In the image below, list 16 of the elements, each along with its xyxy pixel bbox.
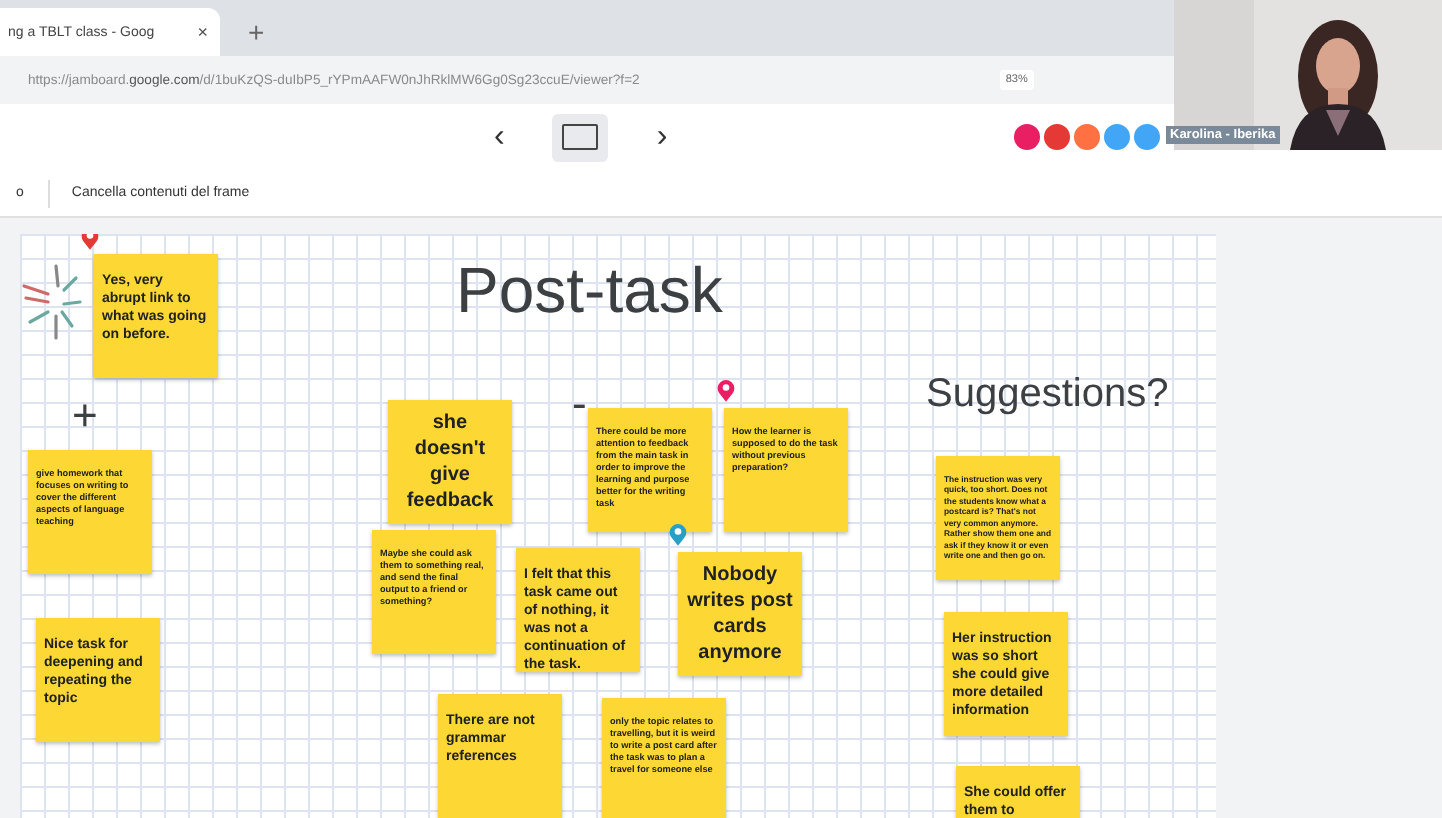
close-tab-button[interactable]: × <box>197 22 208 42</box>
board-heading: + <box>72 394 98 438</box>
board-heading: Suggestions? <box>926 374 1169 414</box>
sticky-note[interactable]: she doesn't give feedback <box>388 400 512 524</box>
collaborator-avatar[interactable] <box>1072 122 1102 152</box>
collaborator-avatar[interactable] <box>1012 122 1042 152</box>
collaborator-avatar[interactable] <box>1042 122 1072 152</box>
previous-frame-button[interactable]: ‹ <box>494 119 505 155</box>
collaborator-avatar[interactable] <box>1132 122 1162 152</box>
sticky-note[interactable]: Nobody writes post cards anymore <box>678 552 802 676</box>
frame-thumbnail[interactable] <box>552 113 609 161</box>
new-tab-button[interactable]: + <box>248 16 265 48</box>
board-heading: Post-task <box>456 258 723 322</box>
board-heading: - <box>572 382 587 426</box>
collaborator-avatar[interactable] <box>1102 122 1132 152</box>
next-frame-button[interactable]: › <box>656 119 668 155</box>
